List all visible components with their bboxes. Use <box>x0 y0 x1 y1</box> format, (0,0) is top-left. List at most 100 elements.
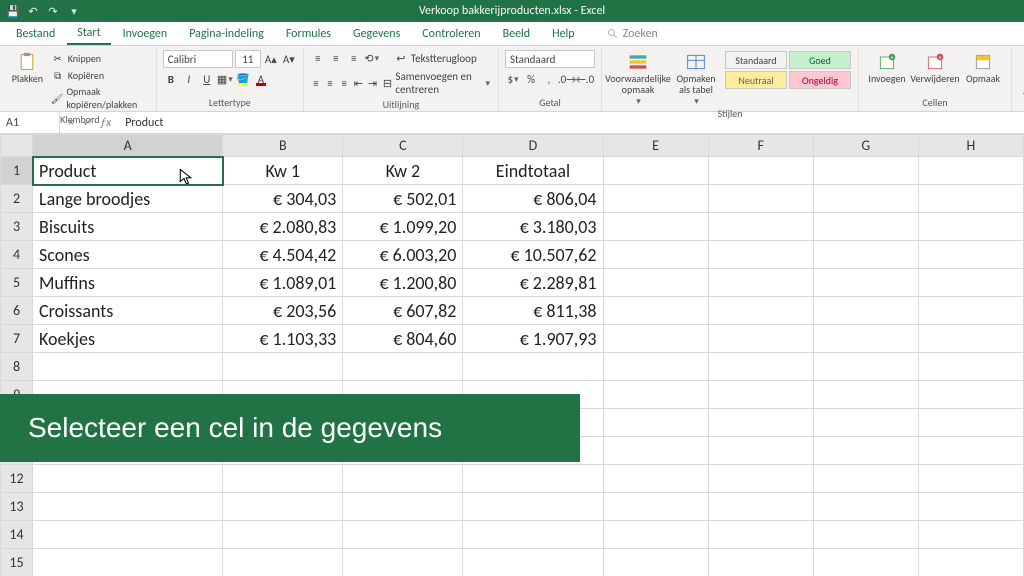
cell[interactable]: € 1.089,01 <box>223 269 343 297</box>
cell[interactable]: € 1.103,33 <box>223 325 343 353</box>
cell[interactable] <box>918 157 1023 185</box>
cell[interactable] <box>343 465 463 493</box>
cell[interactable] <box>918 549 1023 576</box>
font-color-button[interactable]: A <box>253 71 269 87</box>
col-header-B[interactable]: B <box>223 135 343 157</box>
cell-style-ongeldig[interactable]: Ongeldig <box>789 71 851 89</box>
cell[interactable] <box>813 437 918 465</box>
increase-decimal-icon[interactable]: .0→ <box>559 71 575 87</box>
fx-icon[interactable]: ƒx <box>100 116 111 130</box>
cell[interactable] <box>33 493 223 521</box>
cell[interactable] <box>918 325 1023 353</box>
cell[interactable] <box>33 465 223 493</box>
cell[interactable] <box>813 493 918 521</box>
align-right-icon[interactable]: ≡ <box>338 75 350 91</box>
cell[interactable] <box>813 297 918 325</box>
cell[interactable] <box>603 185 708 213</box>
cell[interactable] <box>603 549 708 576</box>
undo-icon[interactable]: ↶ <box>26 4 40 18</box>
cell[interactable]: Lange broodjes <box>33 185 223 213</box>
cell[interactable] <box>33 549 223 576</box>
col-header-C[interactable]: C <box>343 135 463 157</box>
cell[interactable] <box>813 269 918 297</box>
tab-formules[interactable]: Formules <box>276 24 341 44</box>
row-header-2[interactable]: 2 <box>1 185 33 213</box>
cell[interactable] <box>603 381 708 409</box>
cell[interactable]: Product <box>33 157 223 185</box>
row-header-3[interactable]: 3 <box>1 213 33 241</box>
cell[interactable] <box>708 297 813 325</box>
cell[interactable] <box>463 353 603 381</box>
row-header-8[interactable]: 8 <box>1 353 33 381</box>
col-header-F[interactable]: F <box>708 135 813 157</box>
decrease-font-icon[interactable]: A▾ <box>281 51 297 67</box>
cell[interactable] <box>918 269 1023 297</box>
align-bottom-icon[interactable]: ≡ <box>346 50 362 66</box>
cell[interactable] <box>813 157 918 185</box>
tab-beeld[interactable]: Beeld <box>493 24 541 44</box>
cell[interactable] <box>223 493 343 521</box>
cell-style-neutraal[interactable]: Neutraal <box>725 71 787 89</box>
row-header-15[interactable]: 15 <box>1 549 33 576</box>
autosum-button[interactable]: ΣAutoSom <box>1018 50 1024 66</box>
cell[interactable] <box>918 213 1023 241</box>
cell[interactable]: € 10.507,62 <box>463 241 603 269</box>
wrap-text-button[interactable]: ↩Tekstterugloop <box>392 50 479 66</box>
row-header-5[interactable]: 5 <box>1 269 33 297</box>
cell[interactable] <box>603 409 708 437</box>
tab-bestand[interactable]: Bestand <box>6 24 65 44</box>
cell[interactable] <box>813 213 918 241</box>
col-header-E[interactable]: E <box>603 135 708 157</box>
underline-button[interactable]: U <box>199 71 215 87</box>
cell[interactable]: € 6.003,20 <box>343 241 463 269</box>
cell[interactable]: € 1.099,20 <box>343 213 463 241</box>
cell[interactable]: € 2.289,81 <box>463 269 603 297</box>
cell[interactable] <box>813 465 918 493</box>
formula-input[interactable]: Product <box>119 116 1024 130</box>
cell[interactable] <box>918 381 1023 409</box>
cell[interactable]: Muffins <box>33 269 223 297</box>
cell[interactable]: € 2.080,83 <box>223 213 343 241</box>
cell[interactable]: € 1.907,93 <box>463 325 603 353</box>
cell-style-goed[interactable]: Goed <box>789 51 851 69</box>
col-header-A[interactable]: A <box>33 135 223 157</box>
cell[interactable] <box>708 465 813 493</box>
number-format-select[interactable]: Standaard <box>505 50 595 68</box>
percent-format-icon[interactable]: % <box>523 71 539 87</box>
cell[interactable] <box>918 437 1023 465</box>
increase-indent-icon[interactable]: ⇥ <box>366 75 378 91</box>
save-icon[interactable]: 💾 <box>6 4 20 18</box>
cell[interactable]: € 4.504,42 <box>223 241 343 269</box>
cell[interactable] <box>463 521 603 549</box>
font-name-select[interactable]: Calibri <box>163 50 233 68</box>
cell[interactable] <box>708 269 813 297</box>
align-top-icon[interactable]: ≡ <box>310 50 326 66</box>
cell[interactable] <box>603 213 708 241</box>
cell[interactable]: € 304,03 <box>223 185 343 213</box>
tab-invoegen[interactable]: Invoegen <box>113 24 178 44</box>
cell[interactable]: Eindtotaal <box>463 157 603 185</box>
cell[interactable] <box>603 269 708 297</box>
insert-cells-button[interactable]: +Invoegen <box>865 50 909 85</box>
cell[interactable] <box>463 465 603 493</box>
cell[interactable] <box>603 493 708 521</box>
cell[interactable] <box>708 325 813 353</box>
conditional-formatting-button[interactable]: Voorwaardelijke opmaak▾ <box>608 50 668 106</box>
cell[interactable] <box>708 409 813 437</box>
cell[interactable] <box>813 353 918 381</box>
italic-button[interactable]: I <box>181 71 197 87</box>
select-all-corner[interactable] <box>1 135 33 157</box>
orientation-icon[interactable]: ⟲▾ <box>364 50 380 66</box>
cut-button[interactable]: ✂Knippen <box>49 50 150 66</box>
cell[interactable]: € 804,60 <box>343 325 463 353</box>
cell[interactable] <box>223 353 343 381</box>
decrease-indent-icon[interactable]: ⇤ <box>352 75 364 91</box>
format-as-table-button[interactable]: Opmaken als tabel▾ <box>672 50 720 106</box>
cell[interactable] <box>918 409 1023 437</box>
increase-font-icon[interactable]: A▴ <box>263 51 279 67</box>
cell[interactable]: Kw 1 <box>223 157 343 185</box>
cell[interactable] <box>33 521 223 549</box>
row-header-14[interactable]: 14 <box>1 521 33 549</box>
cell[interactable]: Kw 2 <box>343 157 463 185</box>
tab-start[interactable]: Start <box>67 23 110 45</box>
